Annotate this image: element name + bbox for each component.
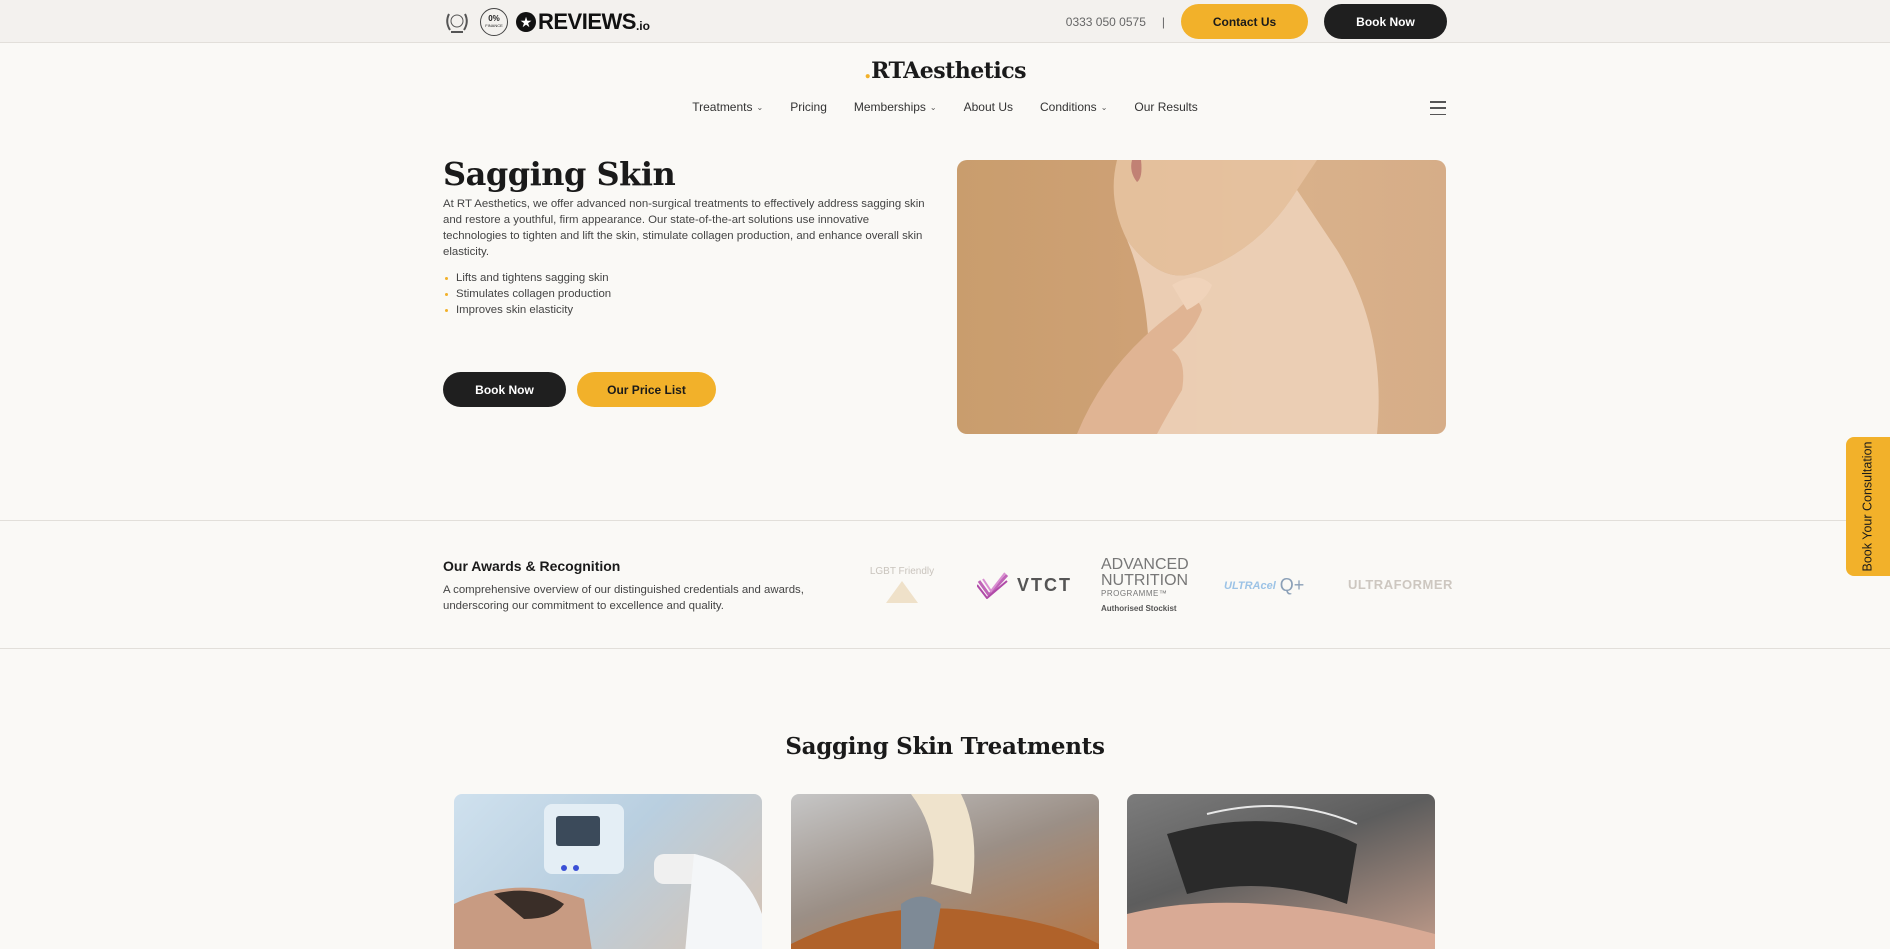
treatment-image [1127,805,1435,949]
awards-title: Our Awards & Recognition [443,558,621,574]
lgbt-friendly-logo: LGBT Friendly [866,566,938,603]
nav-results[interactable]: Our Results [1134,100,1197,114]
price-list-button[interactable]: Our Price List [577,372,716,407]
chevron-down-icon: ⌄ [929,102,937,112]
nav-conditions[interactable]: Conditions ⌄ [1040,100,1107,114]
reviews-io-logo[interactable]: ★ REVIEWS .io [516,9,650,35]
ultracel-suffix: Q+ [1279,575,1305,595]
bullet-icon [445,308,448,312]
nav-memberships-label: Memberships [853,100,926,114]
bullet-icon [445,276,448,280]
list-item: Lifts and tightens sagging skin [443,270,611,286]
nav-treatments-label: Treatments [692,100,753,114]
treatment-image [791,794,1099,949]
treatment-image [454,804,762,949]
hero-description: At RT Aesthetics, we offer advanced non-… [443,198,925,258]
nav-about[interactable]: About Us [964,100,1013,114]
benefit-list: Lifts and tightens sagging skin Stimulat… [443,270,611,318]
reviews-logo-word: REVIEWS [538,8,636,34]
adv-line-1: ADVANCED [1101,556,1189,573]
book-consultation-tab[interactable]: Book Your Consultation [1846,437,1890,576]
nav-pricing[interactable]: Pricing [790,100,827,114]
ultracel-logo: ULTRAcel Q+ [1224,575,1304,596]
chevron-down-icon: ⌄ [1100,102,1108,112]
awards-description: A comprehensive overview of our distingu… [443,584,804,612]
adv-line-2: NUTRITION [1101,572,1189,589]
treatment-card[interactable] [454,794,762,949]
site-logo-text: RTAesthetics [871,58,1027,84]
hero-image [957,160,1446,434]
vtct-logo: VTCT [977,571,1072,599]
site-logo[interactable]: .RTAesthetics [0,58,1890,84]
treatment-card[interactable] [791,794,1099,949]
top-bar-inner: 0% FINANCE ★ REVIEWS .io 0333 050 0575 |… [443,0,1447,43]
awards-section: Our Awards & Recognition A comprehensive… [0,520,1890,649]
lgbt-friendly-label: LGBT Friendly [869,566,935,577]
treatment-card[interactable] [1127,794,1435,949]
hero-actions: Book Now Our Price List [443,372,716,407]
ultraformer-logo: ULTRAFORMER [1348,577,1453,592]
vtct-text: VTCT [1017,574,1072,595]
main-nav: Treatments ⌄ Pricing Memberships ⌄ About… [0,100,1890,114]
bullet-icon [445,292,448,296]
book-now-button[interactable]: Book Now [1324,4,1447,39]
phone-number[interactable]: 0333 050 0575 [1066,15,1146,29]
finance-badge-value: 0% [488,14,500,23]
contact-us-button[interactable]: Contact Us [1181,4,1308,39]
chevron-down-icon: ⌄ [756,102,764,112]
award-laurel-icon [443,8,471,36]
nav-memberships[interactable]: Memberships ⌄ [854,100,937,114]
nav-results-label: Our Results [1134,100,1198,114]
finance-badge: 0% FINANCE [480,7,508,36]
treatments-title: Sagging Skin Treatments [785,733,1105,760]
hero-book-now-button[interactable]: Book Now [443,372,566,407]
nav-treatments[interactable]: Treatments ⌄ [692,100,763,114]
ultracel-text: ULTRAcel [1224,579,1276,592]
separator: | [1161,14,1165,29]
nav-about-label: About Us [963,100,1013,114]
reviews-logo-suffix: .io [635,18,650,33]
nav-conditions-label: Conditions [1039,100,1097,114]
page-title: Sagging Skin [443,155,676,193]
star-icon: ★ [516,11,536,32]
nav-pricing-label: Pricing [790,100,827,114]
menu-icon[interactable] [1430,101,1446,115]
benefit-text: Improves skin elasticity [456,304,574,316]
top-bar: 0% FINANCE ★ REVIEWS .io 0333 050 0575 |… [0,0,1890,43]
top-bar-actions: 0333 050 0575 | Contact Us Book Now [1066,4,1447,39]
adv-line-3: PROGRAMME™ [1101,589,1168,598]
advanced-nutrition-logo: ADVANCED NUTRITION PROGRAMME™ Authorised… [1101,556,1189,614]
benefit-text: Stimulates collagen production [456,288,612,300]
adv-authorised: Authorised Stockist [1101,604,1177,613]
book-consultation-label: Book Your Consultation [1860,441,1875,572]
list-item: Improves skin elasticity [443,302,611,318]
finance-badge-label: FINANCE [485,23,503,28]
benefit-text: Lifts and tightens sagging skin [456,272,609,284]
list-item: Stimulates collagen production [443,286,611,302]
vtct-mark-icon [977,572,1009,599]
